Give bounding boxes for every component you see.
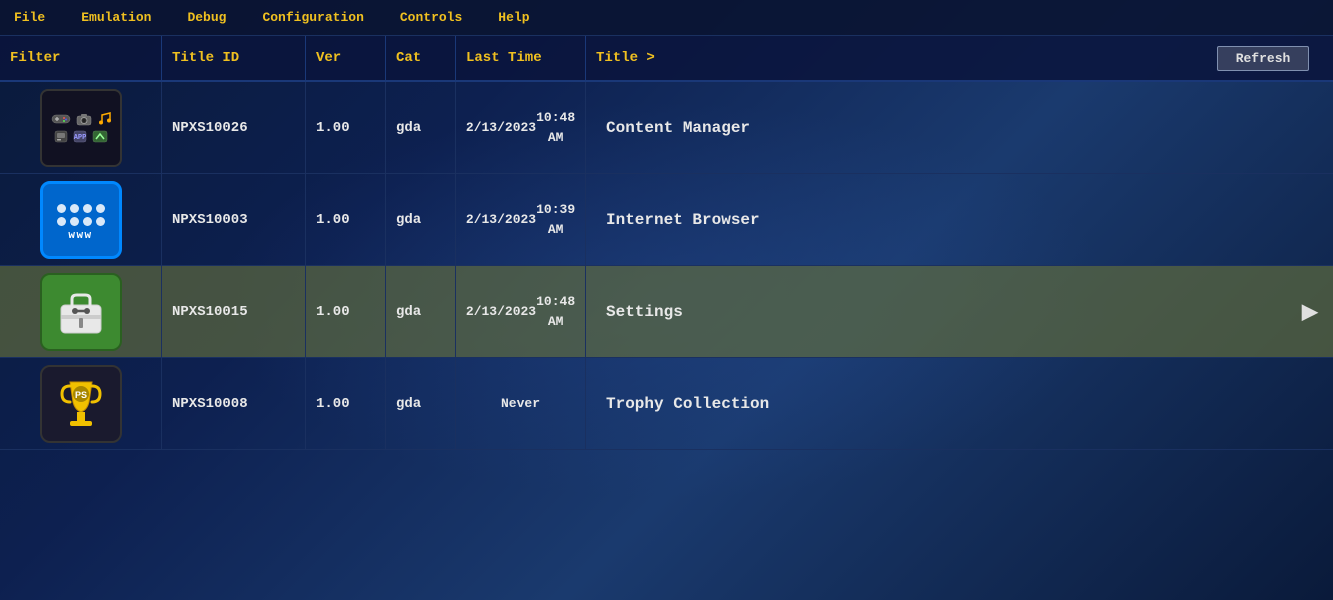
table-row[interactable]: NPXS10015 1.00 gda 2/13/202310:48 AM Set… [0,266,1333,358]
row-titleid-4: NPXS10008 [162,358,306,449]
table-row[interactable]: APP NPXS10026 1.00 gda 2/13/202310:48 AM… [0,82,1333,174]
menu-file[interactable]: File [8,6,51,29]
col-refresh-header: Refresh [1193,36,1333,80]
menu-controls[interactable]: Controls [394,6,468,29]
row-lasttime-2: 2/13/202310:39 AM [456,174,586,265]
col-titleid-header[interactable]: Title ID [162,36,306,80]
row-title-2: Internet Browser [586,174,1333,265]
row-cat-4: gda [386,358,456,449]
svg-text:APP: APP [73,134,86,142]
selected-arrow-icon: ▶ [1287,266,1333,357]
row-title-4: Trophy Collection [586,358,1333,449]
menu-configuration[interactable]: Configuration [256,6,369,29]
row-ver-2: 1.00 [306,174,386,265]
refresh-button[interactable]: Refresh [1217,46,1310,71]
col-cat-header[interactable]: Cat [386,36,456,80]
table-body: APP NPXS10026 1.00 gda 2/13/202310:48 AM… [0,82,1333,450]
row-title-1: Content Manager [586,82,1333,173]
col-lasttime-header[interactable]: Last Time [456,36,586,80]
row-title-3: Settings [586,266,1287,357]
row-cat-2: gda [386,174,456,265]
column-headers: Filter Title ID Ver Cat Last Time Title … [0,36,1333,82]
row-icon-settings [0,266,162,357]
menu-help[interactable]: Help [492,6,535,29]
table-row[interactable]: PS NPXS10008 1.00 gda Never Trophy Colle… [0,358,1333,450]
row-ver-1: 1.00 [306,82,386,173]
table-row[interactable]: www NPXS10003 1.00 gda 2/13/202310:39 AM… [0,174,1333,266]
menu-debug[interactable]: Debug [181,6,232,29]
menu-emulation[interactable]: Emulation [75,6,157,29]
row-titleid-2: NPXS10003 [162,174,306,265]
row-ver-4: 1.00 [306,358,386,449]
row-icon-trophy: PS [0,358,162,449]
col-title-header[interactable]: Title > [586,36,1193,80]
row-titleid-1: NPXS10026 [162,82,306,173]
row-lasttime-3: 2/13/202310:48 AM [456,266,586,357]
row-titleid-3: NPXS10015 [162,266,306,357]
menubar: File Emulation Debug Configuration Contr… [0,0,1333,36]
svg-text:PS: PS [74,390,86,400]
row-ver-3: 1.00 [306,266,386,357]
col-ver-header[interactable]: Ver [306,36,386,80]
col-filter-header[interactable]: Filter [0,36,162,80]
row-icon-ib: www [0,174,162,265]
row-lasttime-1: 2/13/202310:48 AM [456,82,586,173]
row-cat-3: gda [386,266,456,357]
row-lasttime-4: Never [456,358,586,449]
row-icon-cm: APP [0,82,162,173]
row-cat-1: gda [386,82,456,173]
